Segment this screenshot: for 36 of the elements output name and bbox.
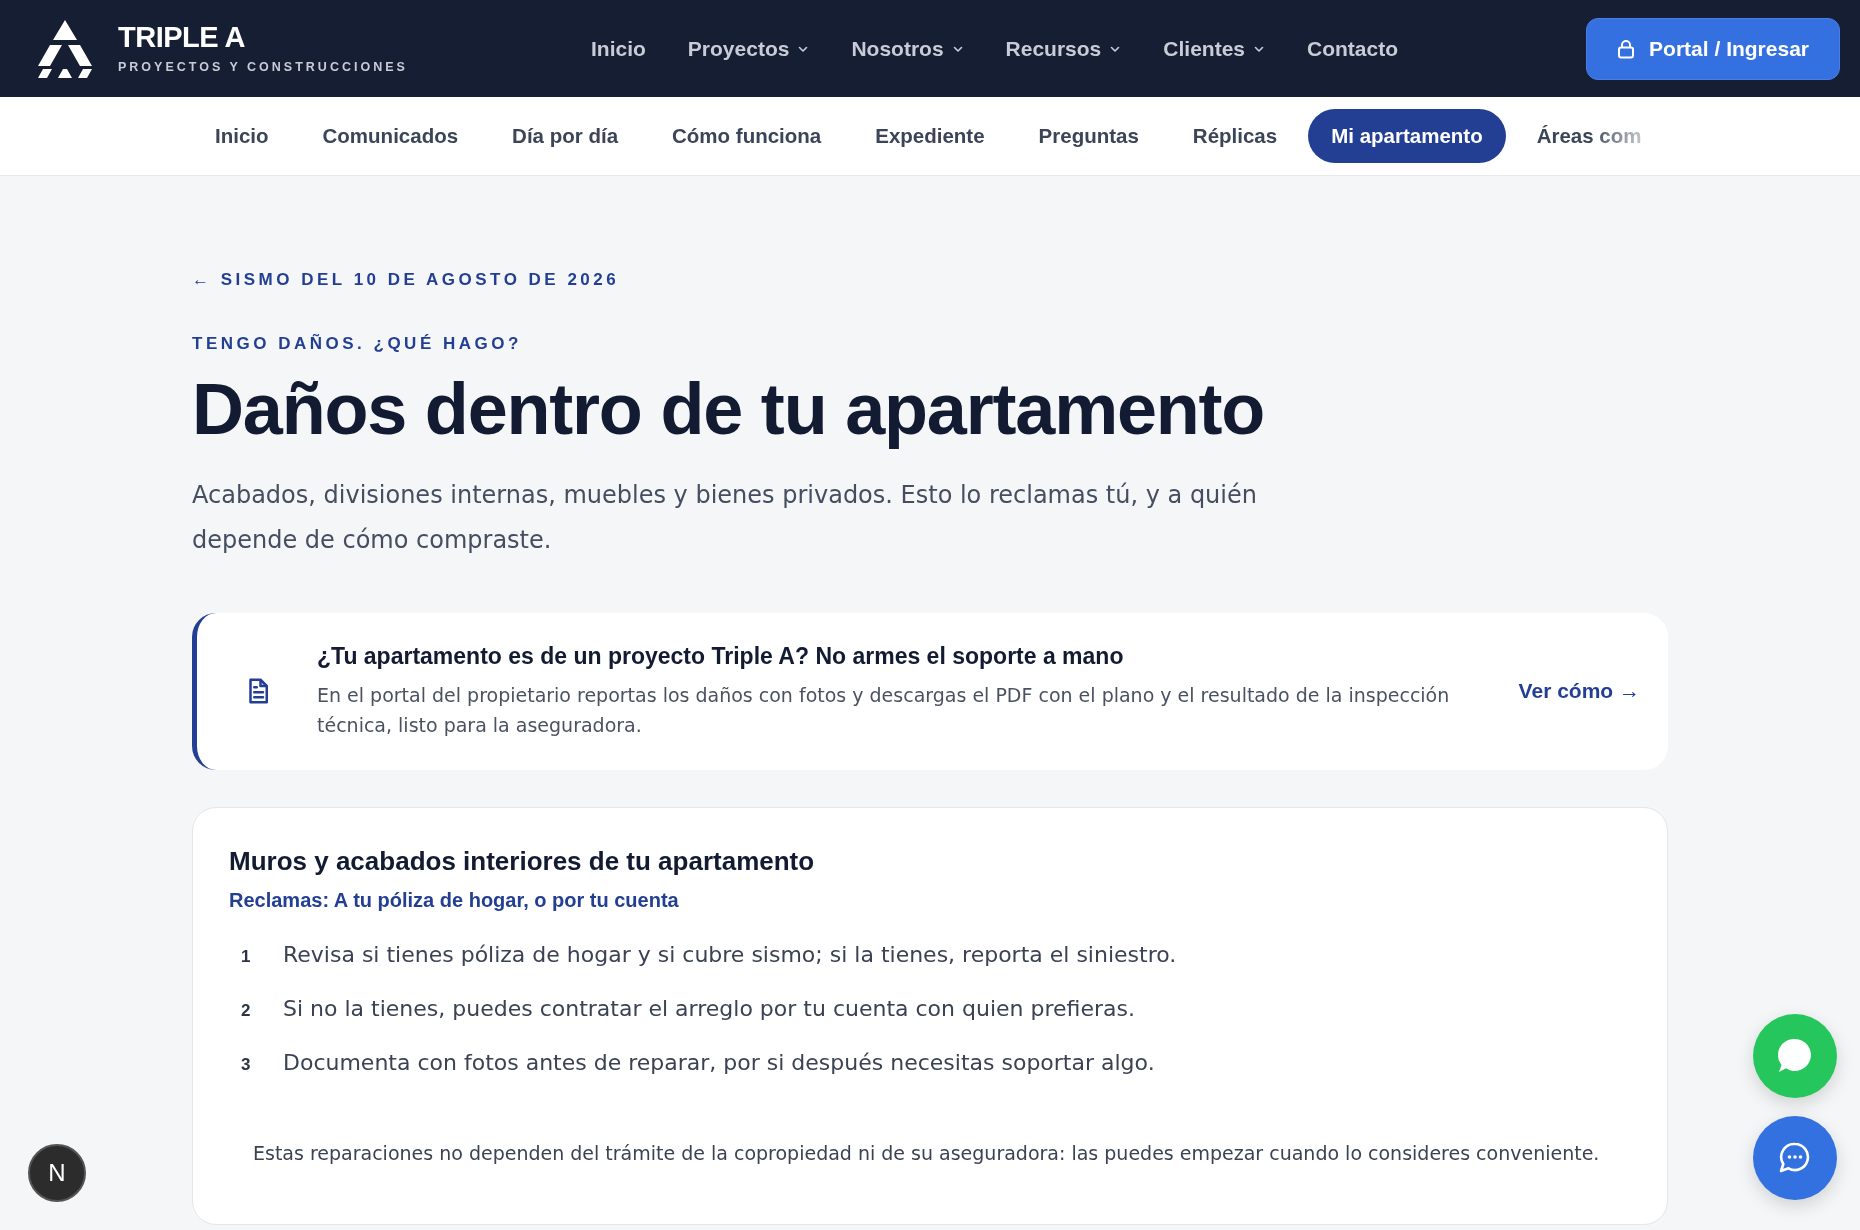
brand-tagline: PROYECTOS Y CONSTRUCCIONES [118, 60, 408, 74]
portal-button[interactable]: Portal / Ingresar [1586, 17, 1840, 80]
nav-link[interactable]: Contacto [1286, 36, 1419, 61]
step-number: 1 [241, 946, 252, 967]
nav-link[interactable]: Nosotros [830, 36, 985, 61]
intro-text: Acabados, divisiones internas, muebles y bienes privados. Esto lo reclamas tú, y a quién depende de cómo compraste. [192, 479, 1258, 556]
lock-icon [1617, 38, 1636, 59]
tab[interactable]: Áreas com [1513, 109, 1665, 163]
callout-title: ¿Tu apartamento es de un proyecto Triple A? No armes el soporte a mano [317, 642, 1125, 670]
step-text: Si no la tienes, puedes contratar el arreglo por tu cuenta con quien prefieras. [283, 994, 1135, 1023]
step-number: 2 [241, 1000, 252, 1021]
back-link[interactable]: ← SISMO DEL 10 DE AGOSTO DE 2026 [192, 270, 620, 290]
nav-link[interactable]: Clientes [1142, 36, 1286, 61]
tab[interactable]: Cómo funciona [649, 109, 845, 163]
tab[interactable]: Mi apartamento [1308, 109, 1506, 163]
tab[interactable]: Expediente [852, 109, 1008, 163]
brand-name: TRIPLE A [118, 23, 247, 52]
step-text: Revisa si tienes póliza de hogar y si cubre sismo; si la tienes, reporta el siniestro. [283, 940, 1177, 969]
eyebrow-label: TENGO DAÑOS. ¿QUÉ HAGO? [192, 334, 523, 354]
step-text: Documenta con fotos antes de reparar, por si después necesitas soportar algo. [283, 1048, 1155, 1077]
callout-text: En el portal del propietario reportas los daños con fotos y descargas el PDF con el plano y el resultado de la inspección técnica, listo para la aseguradora. [317, 682, 1451, 738]
step-number: 3 [241, 1054, 252, 1075]
claim-label: Reclamas: A tu póliza de hogar, o por tu cuenta [229, 888, 680, 912]
page-title: Daños dentro de tu apartamento [192, 368, 1266, 451]
section-title: Muros y acabados interiores de tu apartamento [229, 845, 816, 877]
nav-link[interactable]: Inicio [570, 36, 667, 61]
tab[interactable]: Inicio [192, 109, 292, 163]
tab[interactable]: Comunicados [299, 109, 482, 163]
tab[interactable]: Día por día [489, 109, 642, 163]
nav-link[interactable]: Recursos [984, 36, 1143, 61]
nav-link[interactable]: Proyectos [666, 36, 831, 61]
see-how-link[interactable]: Ver cómo → [1518, 679, 1640, 704]
tab[interactable]: Réplicas [1169, 109, 1301, 163]
tab[interactable]: Preguntas [1015, 109, 1162, 163]
note-text: Estas reparaciones no dependen del trámite de la copropiedad ni de su aseguradora: las puedes empezar cuando lo consideres conveniente. [252, 1141, 1601, 1164]
dev-badge[interactable]: N [28, 1144, 86, 1202]
